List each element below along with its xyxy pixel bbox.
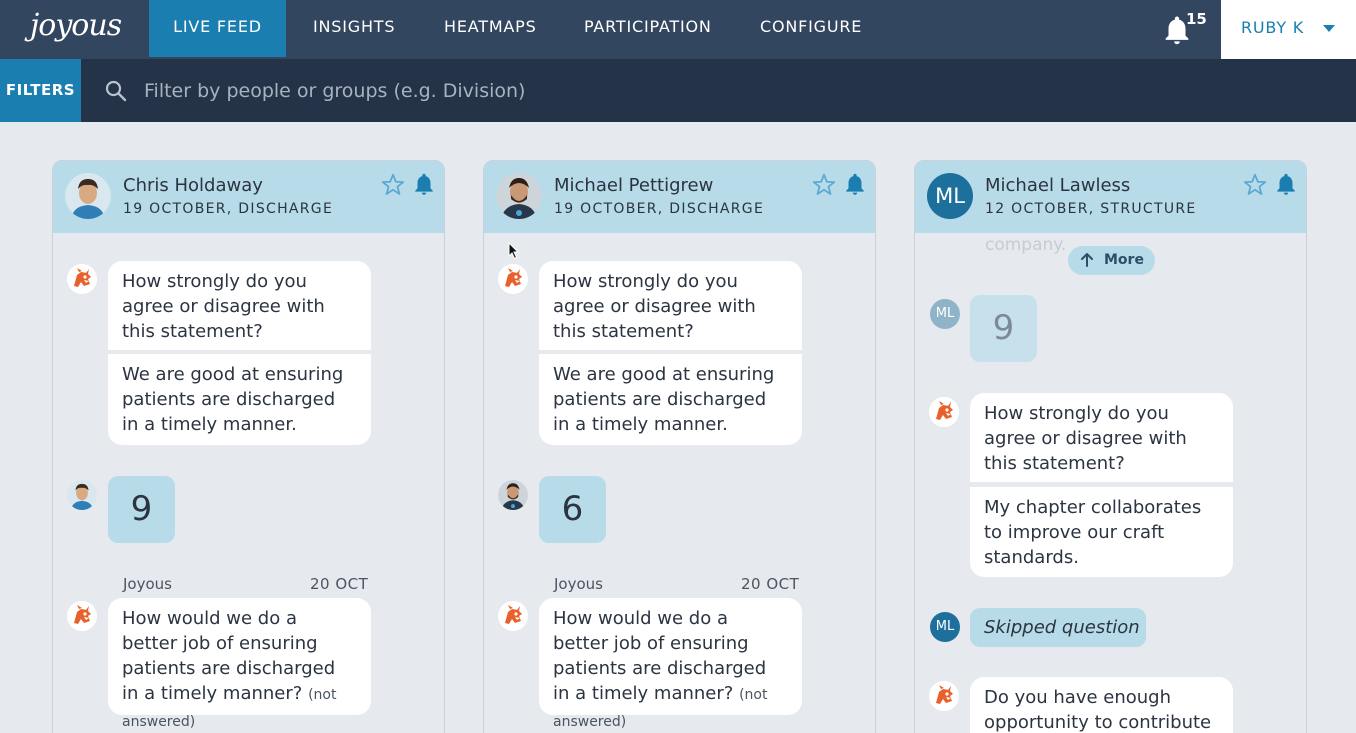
followup-question-bubble: How would we do a better job of ensuring… [108,598,371,730]
question-prompt-bubble: How strongly do you agree or disagree wi… [970,393,1233,482]
avatar [496,173,542,219]
nav-heatmaps[interactable]: HEATMAPS [444,0,537,57]
date-topic: 19 OCTOBER, DISCHARGE [123,201,334,217]
mouse-cursor-icon [508,242,520,260]
notification-count: 15 [1186,10,1207,28]
joyous-bot-avatar [67,601,97,631]
person-name[interactable]: Michael Pettigrew [554,175,713,196]
message-date: 20 OCT [741,575,800,593]
followup-question-bubble: How would we do a better job of ensuring… [539,598,802,730]
message-sender: Joyous [554,575,603,593]
joyous-bot-avatar [67,264,97,294]
top-nav: joyous LIVE FEED INSIGHTS HEATMAPS PARTI… [0,0,1356,59]
person-name[interactable]: Michael Lawless [985,175,1130,196]
score-response: 6 [539,476,606,543]
feed-column-chris-holdaway: Chris Holdaway 19 OCTOBER, DISCHARGE How… [52,160,445,733]
avatar: ML [930,299,960,329]
more-button[interactable]: More [1068,246,1155,275]
more-label: More [1104,252,1144,268]
people-group-filter-input[interactable] [144,76,844,106]
statement-bubble: We are good at ensuring patients are dis… [539,354,802,445]
date-topic: 12 OCTOBER, STRUCTURE [985,201,1197,217]
joyous-logo[interactable]: joyous [30,8,122,43]
question-prompt-bubble: How strongly do you agree or disagree wi… [108,261,371,350]
nav-live-feed[interactable]: LIVE FEED [149,0,286,57]
joyous-bot-avatar [498,264,528,294]
filter-bar: FILTERS [0,59,1356,122]
star-icon[interactable] [380,172,406,198]
joyous-bot-avatar [929,397,959,427]
question-prompt-bubble: How strongly do you agree or disagree wi… [539,261,802,350]
search-icon [105,80,127,102]
joyous-bot-avatar [929,681,959,711]
star-icon[interactable] [1242,172,1268,198]
next-question-bubble: Do you have enough opportunity to contri… [970,677,1233,733]
person-name[interactable]: Chris Holdaway [123,175,263,196]
filters-button[interactable]: FILTERS [0,59,81,122]
message-sender: Joyous [123,575,172,593]
column-header: Michael Pettigrew 19 OCTOBER, DISCHARGE [484,161,875,233]
star-icon[interactable] [811,172,837,198]
avatar: ML [930,612,960,642]
followup-text: How would we do a better job of ensuring… [553,608,767,704]
statement-bubble: My chapter collaborates to improve our c… [970,487,1233,577]
nav-configure[interactable]: CONFIGURE [760,0,862,57]
feed-column-michael-pettigrew: Michael Pettigrew 19 OCTOBER, DISCHARGE … [483,160,876,733]
faded-previous-message: company. [985,235,1067,255]
user-name: RUBY K [1241,18,1305,37]
arrow-up-icon [1081,253,1093,267]
caret-down-icon [1323,25,1335,32]
avatar [67,480,97,510]
feed-column-michael-lawless: company. More ML Michael Lawless 12 OCTO… [914,160,1307,733]
bell-icon[interactable] [1273,171,1299,197]
skipped-question-badge: Skipped question [970,608,1146,647]
avatar [498,480,528,510]
avatar: ML [927,173,973,219]
bell-icon[interactable] [842,171,868,197]
notifications-button[interactable]: 15 [1160,10,1210,50]
joyous-bot-avatar [498,601,528,631]
message-date: 20 OCT [310,575,369,593]
nav-insights[interactable]: INSIGHTS [313,0,395,57]
score-response: 9 [108,476,175,543]
score-response: 9 [970,295,1037,362]
followup-text: How would we do a better job of ensuring… [122,608,336,704]
bell-icon[interactable] [411,171,437,197]
statement-bubble: We are good at ensuring patients are dis… [108,354,371,445]
date-topic: 19 OCTOBER, DISCHARGE [554,201,765,217]
avatar [65,173,111,219]
column-header: Chris Holdaway 19 OCTOBER, DISCHARGE [53,161,444,233]
nav-participation[interactable]: PARTICIPATION [584,0,712,57]
column-header: ML Michael Lawless 12 OCTOBER, STRUCTURE [915,161,1306,233]
user-menu-button[interactable]: RUBY K [1221,0,1356,59]
